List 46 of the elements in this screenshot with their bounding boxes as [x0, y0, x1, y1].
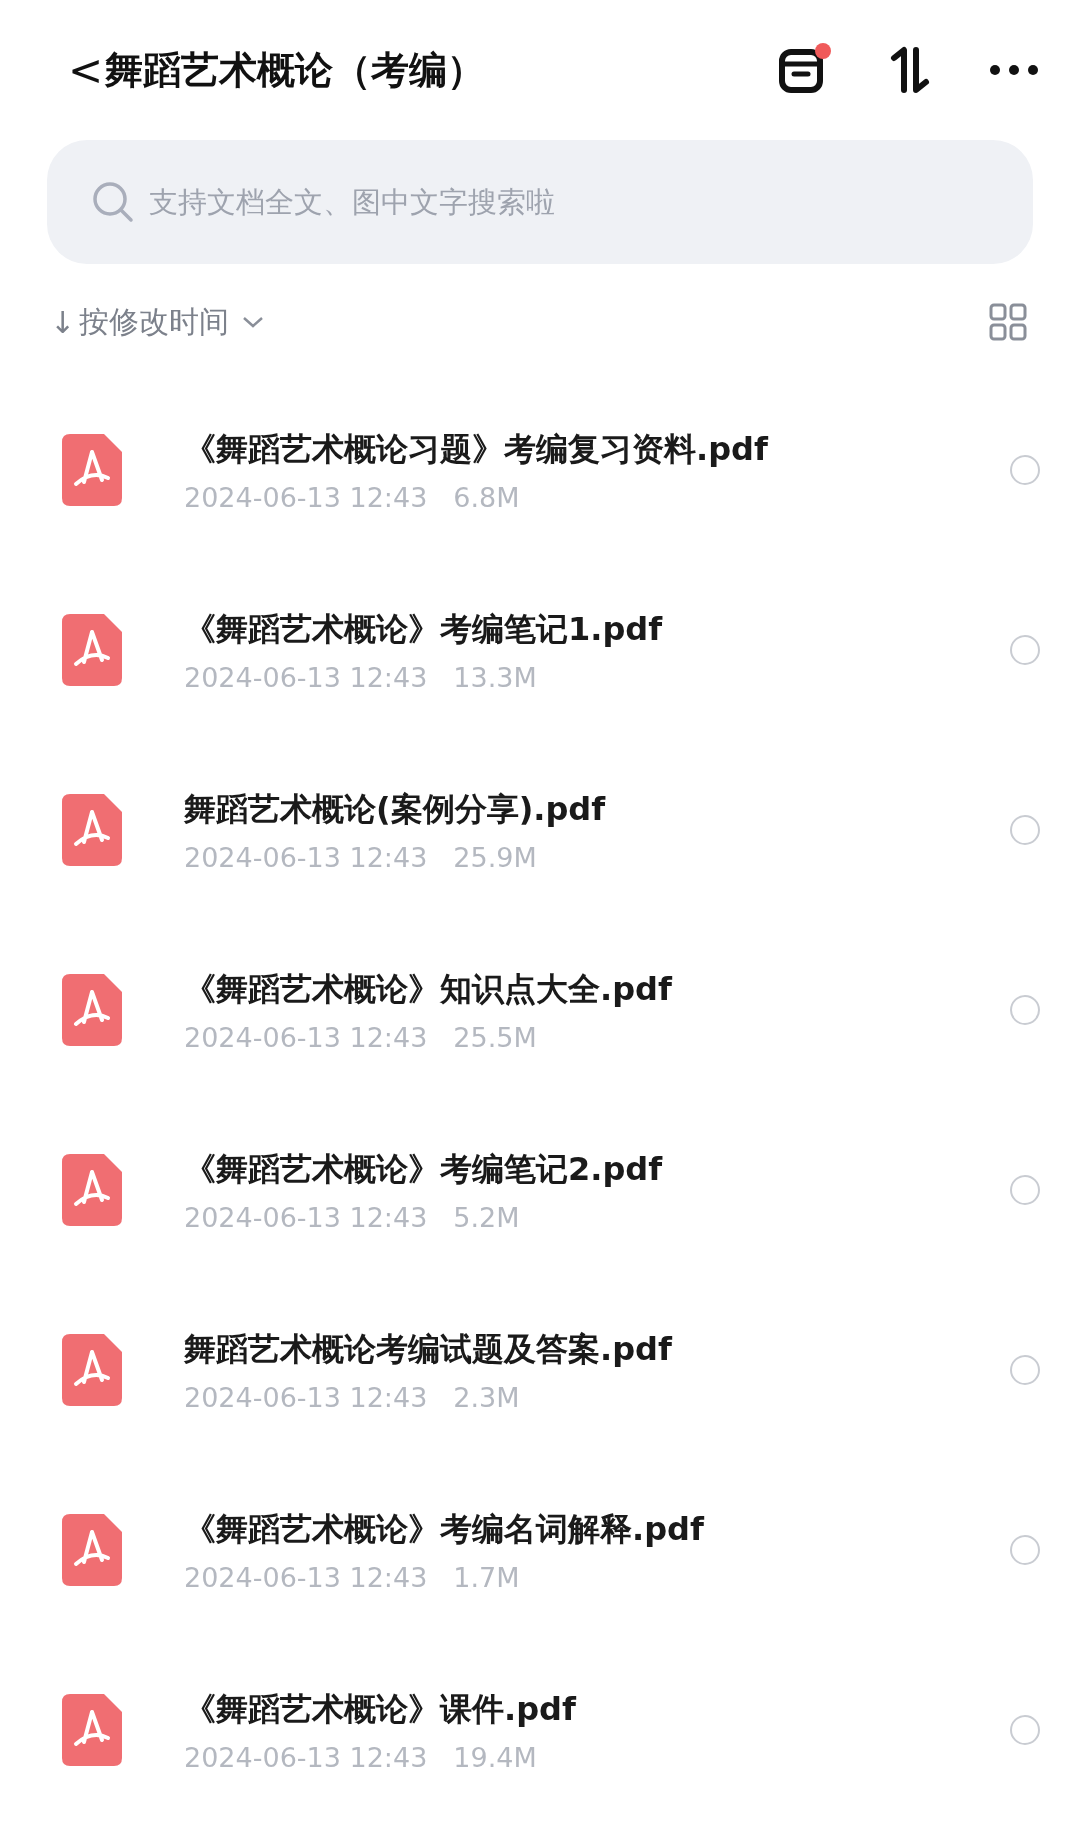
folder-title: 舞蹈艺术概论（考编） — [105, 46, 486, 94]
select-radio[interactable] — [1010, 1175, 1040, 1205]
file-date: 2024-06-13 12:43 — [184, 481, 428, 513]
file-size: 1.7M — [453, 1561, 520, 1593]
file-date: 2024-06-13 12:43 — [184, 1741, 428, 1773]
grid-view-icon[interactable] — [988, 302, 1028, 342]
select-radio[interactable] — [1010, 815, 1040, 845]
file-size: 5.2M — [453, 1201, 520, 1233]
file-date: 2024-06-13 12:43 — [184, 1381, 428, 1413]
select-radio[interactable] — [1010, 1715, 1040, 1745]
back-button[interactable]: < — [68, 45, 104, 95]
file-size: 25.9M — [453, 841, 537, 873]
select-radio[interactable] — [1010, 995, 1040, 1025]
pdf-file-icon — [62, 794, 122, 866]
file-date: 2024-06-13 12:43 — [184, 1561, 428, 1593]
sort-dropdown[interactable]: ↓按修改时间 — [50, 301, 266, 343]
pdf-file-icon — [62, 974, 122, 1046]
select-radio[interactable] — [1010, 455, 1040, 485]
file-name[interactable]: 《舞蹈艺术概论》考编笔记2.pdf — [184, 1147, 1010, 1192]
pdf-file-icon — [62, 1154, 122, 1226]
select-radio[interactable] — [1010, 635, 1040, 665]
pdf-file-icon — [62, 434, 122, 506]
pdf-file-icon — [62, 1514, 122, 1586]
file-date: 2024-06-13 12:43 — [184, 841, 428, 873]
file-name[interactable]: 《舞蹈艺术概论》考编名词解释.pdf — [184, 1507, 1010, 1552]
search-field[interactable]: 支持文档全文、图中文字搜索啦 — [47, 140, 1033, 264]
select-radio[interactable] — [1010, 1355, 1040, 1385]
file-name[interactable]: 《舞蹈艺术概论习题》考编复习资料.pdf — [184, 427, 1010, 472]
select-radio[interactable] — [1010, 1535, 1040, 1565]
file-name[interactable]: 舞蹈艺术概论考编试题及答案.pdf — [184, 1327, 1010, 1372]
file-date: 2024-06-13 12:43 — [184, 1021, 428, 1053]
file-name[interactable]: 《舞蹈艺术概论》考编笔记1.pdf — [184, 607, 1010, 652]
pdf-file-icon — [62, 1334, 122, 1406]
pdf-file-icon — [62, 1694, 122, 1766]
file-size: 6.8M — [453, 481, 520, 513]
more-icon[interactable] — [988, 62, 1040, 78]
file-name[interactable]: 《舞蹈艺术概论》课件.pdf — [184, 1687, 1010, 1732]
pdf-file-icon — [62, 614, 122, 686]
file-name[interactable]: 舞蹈艺术概论(案例分享).pdf — [184, 787, 1010, 832]
file-date: 2024-06-13 12:43 — [184, 661, 428, 693]
file-date: 2024-06-13 12:43 — [184, 1201, 428, 1233]
file-size: 25.5M — [453, 1021, 537, 1053]
file-size: 13.3M — [453, 661, 537, 693]
file-size: 2.3M — [453, 1381, 520, 1413]
file-name[interactable]: 《舞蹈艺术概论》知识点大全.pdf — [184, 967, 1010, 1012]
file-size: 19.4M — [453, 1741, 537, 1773]
